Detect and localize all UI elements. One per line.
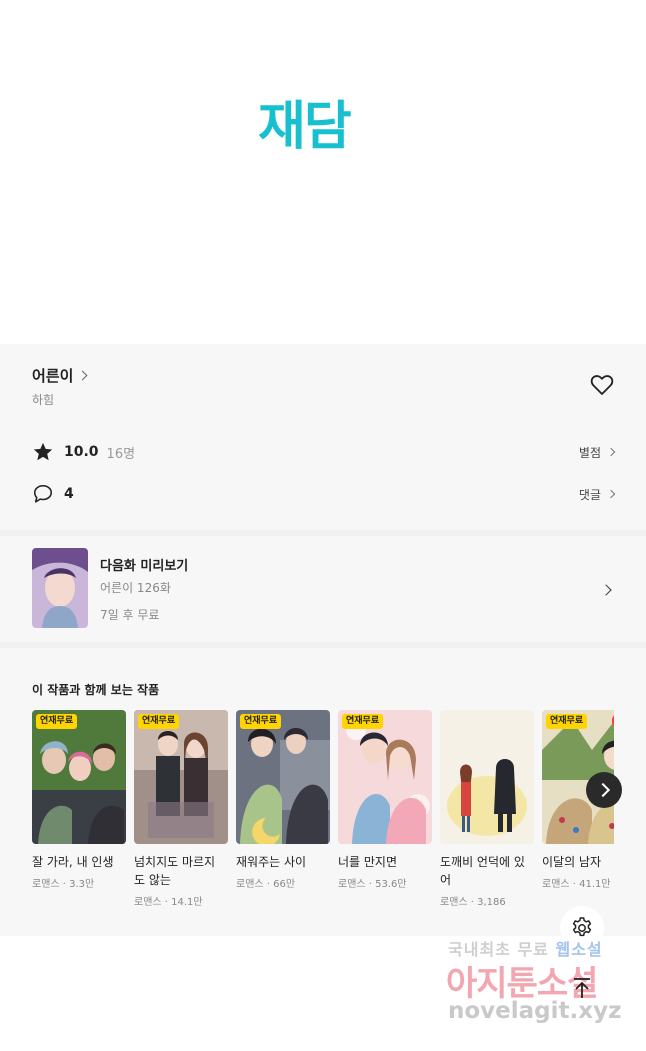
star-icon [33,442,53,461]
cover-image: 연재무료 [236,710,330,844]
next-episode-panel[interactable]: 다음화 미리보기 어른이 126화 7일 후 무료 [0,536,646,642]
free-serial-badge: 연재무료 [240,714,282,729]
cover-image: 연재무료 [134,710,228,844]
chevron-right-icon [595,782,610,798]
header-logo-area: 재담 [0,0,646,344]
work-info-panel: 어른이 하힘 10.0 16명 별점 4 댓글 [0,344,646,530]
cover-image [440,710,534,844]
card-title: 이달의 남자 [542,855,602,869]
recommendations-panel: 이 작품과 함께 보는 작품 연재무료 잘 가라, 내 인생 로맨스 · 3.3… [0,648,646,936]
comment-row: 4 댓글 [32,483,616,505]
brand-logo[interactable]: 재담 [258,84,352,159]
rating-row: 10.0 16명 별점 [32,441,616,463]
comment-icon [33,484,53,503]
free-serial-badge: 연재무료 [342,714,384,729]
free-serial-badge: 연재무료 [138,714,180,729]
card-meta: 로맨스 · 66만 [236,879,296,890]
chevron-right-icon [606,447,616,457]
chevron-right-icon [600,584,612,596]
comment-link[interactable]: 댓글 [578,486,616,503]
recommendation-card[interactable]: 연재무료 넘치지도 마르지 도 않는 로맨스 · 14.1만 [134,710,228,908]
work-title: 어른이 [32,367,74,385]
chevron-right-icon [77,370,88,381]
scroll-to-top-button[interactable] [568,974,596,1002]
card-meta: 로맨스 · 14.1만 [134,897,203,908]
recommendations-heading: 이 작품과 함께 보는 작품 [32,683,160,697]
card-title: 너를 만지면 [338,855,398,869]
card-title: 재워주는 사이 [236,855,307,869]
card-meta: 로맨스 · 3,186 [440,897,506,908]
card-title: 도깨비 언덕에 있 어 [440,855,525,887]
recommendation-card[interactable]: 도깨비 언덕에 있 어 로맨스 · 3,186 [440,710,534,908]
rating-count: 16명 [106,446,136,462]
recommendation-card[interactable]: 연재무료 너를 만지면 로맨스 · 53.6만 [338,710,432,890]
next-episode-heading: 다음화 미리보기 [100,559,189,574]
rating-link-label: 별점 [578,445,601,460]
chevron-right-icon [606,489,616,499]
free-serial-badge: 연재무료 [546,714,588,729]
recommendation-carousel[interactable]: 연재무료 잘 가라, 내 인생 로맨스 · 3.3만 연재무료 넘치지도 마르지… [32,710,614,930]
cover-image: 연재무료 [338,710,432,844]
next-episode-thumbnail [32,548,88,628]
free-serial-badge: 연재무료 [36,714,78,729]
comment-count: 4 [64,486,74,502]
content-area: 어른이 하힘 10.0 16명 별점 4 댓글 다음화 미리보기 어른이 126… [0,344,646,936]
card-meta: 로맨스 · 3.3만 [32,879,95,890]
card-title: 넘치지도 마르지 도 않는 [134,855,216,887]
work-title-link[interactable]: 어른이 [32,365,88,386]
watermark: 국내최초 무료 웹소설 아지툰소설 novelagit.xyz [444,934,644,1034]
next-episode-number: 어른이 126화 [100,581,171,595]
arrow-up-icon [574,978,590,998]
next-episode-free-info: 7일 후 무료 [100,608,160,622]
recommendation-card[interactable]: 연재무료 잘 가라, 내 인생 로맨스 · 3.3만 [32,710,126,890]
rating-value: 10.0 [64,444,99,460]
carousel-next-button[interactable] [586,772,622,808]
comment-link-label: 댓글 [578,487,601,502]
heart-outline-icon[interactable] [590,374,614,396]
recommendation-card[interactable]: 연재무료 재워주는 사이 로맨스 · 66만 [236,710,330,890]
card-meta: 로맨스 · 41.1만 [542,879,611,890]
rating-link[interactable]: 별점 [578,444,616,461]
card-title: 잘 가라, 내 인생 [32,855,114,869]
work-author: 하힘 [32,393,55,407]
card-meta: 로맨스 · 53.6만 [338,879,407,890]
cover-image: 연재무료 [32,710,126,844]
